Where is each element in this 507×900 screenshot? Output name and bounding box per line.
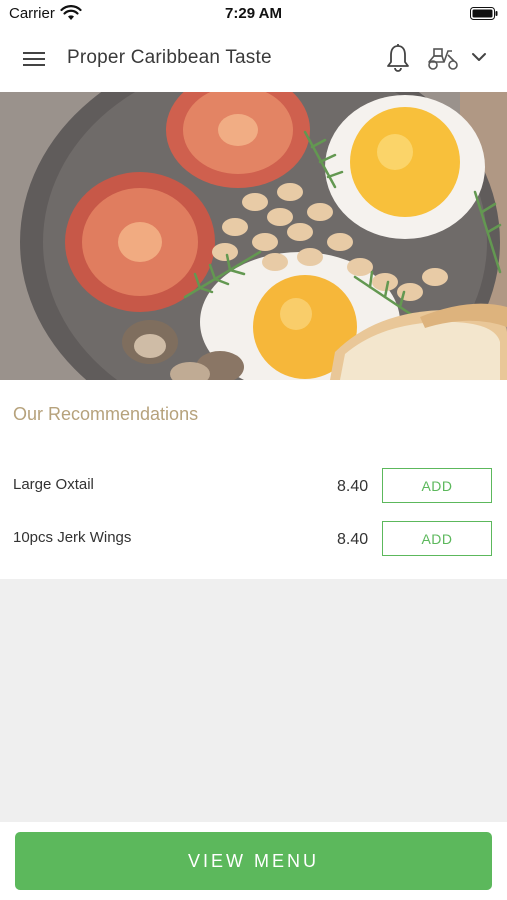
- chevron-down-icon[interactable]: [469, 49, 489, 65]
- recommendation-item: Large Oxtail 8.40 ADD: [0, 468, 507, 506]
- recommendation-item: 10pcs Jerk Wings 8.40 ADD: [0, 521, 507, 559]
- add-button[interactable]: ADD: [382, 521, 492, 556]
- status-time: 7:29 AM: [225, 5, 282, 22]
- hero-image: [0, 92, 507, 380]
- section-title: Our Recommendations: [13, 404, 199, 424]
- item-price: 8.40: [337, 478, 369, 495]
- status-bar: Carrier 7:29 AM: [0, 0, 507, 27]
- breakfast-plate-illustration: [0, 92, 507, 380]
- item-name: Large Oxtail: [13, 476, 94, 493]
- bottom-action-bar: VIEW MENU: [0, 822, 507, 900]
- item-name: 10pcs Jerk Wings: [13, 529, 132, 546]
- add-button[interactable]: ADD: [382, 468, 492, 503]
- delivery-scooter-icon[interactable]: [426, 45, 460, 71]
- bell-icon[interactable]: [384, 43, 412, 73]
- battery-icon: [470, 7, 498, 20]
- app-header: Proper Caribbean Taste: [0, 27, 507, 92]
- item-price: 8.40: [337, 531, 369, 548]
- restaurant-title: Proper Caribbean Taste: [67, 47, 272, 68]
- menu-icon[interactable]: [22, 49, 46, 69]
- recommendations-section: Our Recommendations Large Oxtail 8.40 AD…: [0, 380, 507, 579]
- view-menu-button[interactable]: VIEW MENU: [15, 832, 492, 890]
